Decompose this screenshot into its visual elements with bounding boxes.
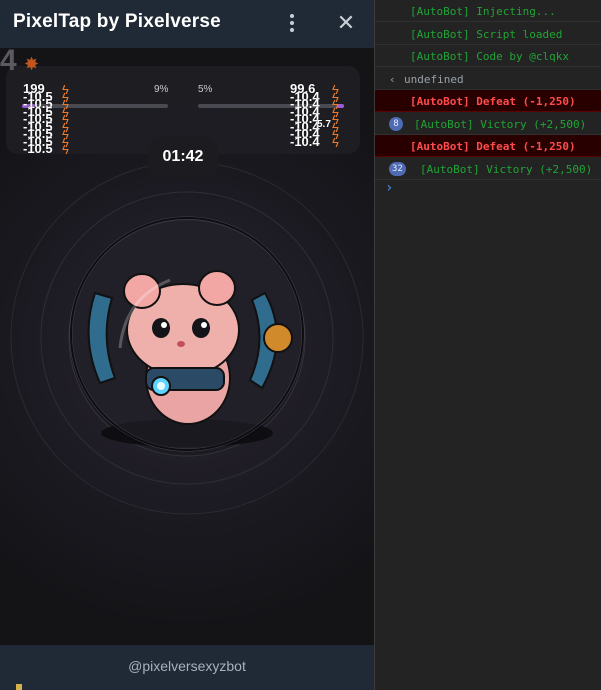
return-value-icon: ‹ [389,72,396,86]
console-line: [AutoBot] Injecting... [375,0,601,22]
console-message: [AutoBot] Defeat (-1,250) [410,140,576,153]
console-line: [AutoBot] Defeat (-1,250) [375,135,601,157]
console-line: 32 [AutoBot] Victory (+2,500) [375,158,601,180]
more-options-icon[interactable] [282,10,302,36]
repeat-count-badge: 32 [389,161,406,176]
devtools-console: [AutoBot] Injecting... [AutoBot] Script l… [374,0,601,690]
console-line: 8 [AutoBot] Victory (+2,500) [375,113,601,135]
console-line: ‹ undefined [375,68,601,90]
webapp-titlebar: PixelTap by Pixelverse ✕ [0,0,374,48]
footer-corner-mark [16,684,22,690]
telegram-webapp-window: PixelTap by Pixelverse ✕ 4 ✸ 9% 5% 199 ϟ -… [0,0,374,690]
repeat-count-badge: 8 [389,116,403,131]
game-stage: 4 ✸ 9% 5% 199 ϟ -10.5 ϟ -10.5 ϟ -10.5 ϟ -10.5 ϟ -1… [0,48,374,645]
console-message: [AutoBot] Script loaded [410,27,563,41]
app-title: PixelTap by Pixelverse [13,11,221,32]
console-message: [AutoBot] Defeat (-1,250) [410,95,576,108]
console-message: [AutoBot] Victory (+2,500) [414,117,587,131]
console-message: [AutoBot] Injecting... [410,5,556,18]
console-line: [AutoBot] Code by @clqkx [375,45,601,67]
console-line: [AutoBot] Defeat (-1,250) [375,90,601,112]
bot-username[interactable]: @pixelversexyzbot [0,658,374,674]
console-line: [AutoBot] Script loaded [375,23,601,45]
webapp-footer: @pixelversexyzbot [0,645,374,690]
close-icon[interactable]: ✕ [334,10,358,36]
console-message: undefined [404,72,464,86]
hamster-ball-pet[interactable] [0,48,374,645]
console-prompt[interactable]: › [385,180,393,196]
console-message: [AutoBot] Victory (+2,500) [420,162,593,176]
console-message: [AutoBot] Code by @clqkx [410,50,569,63]
